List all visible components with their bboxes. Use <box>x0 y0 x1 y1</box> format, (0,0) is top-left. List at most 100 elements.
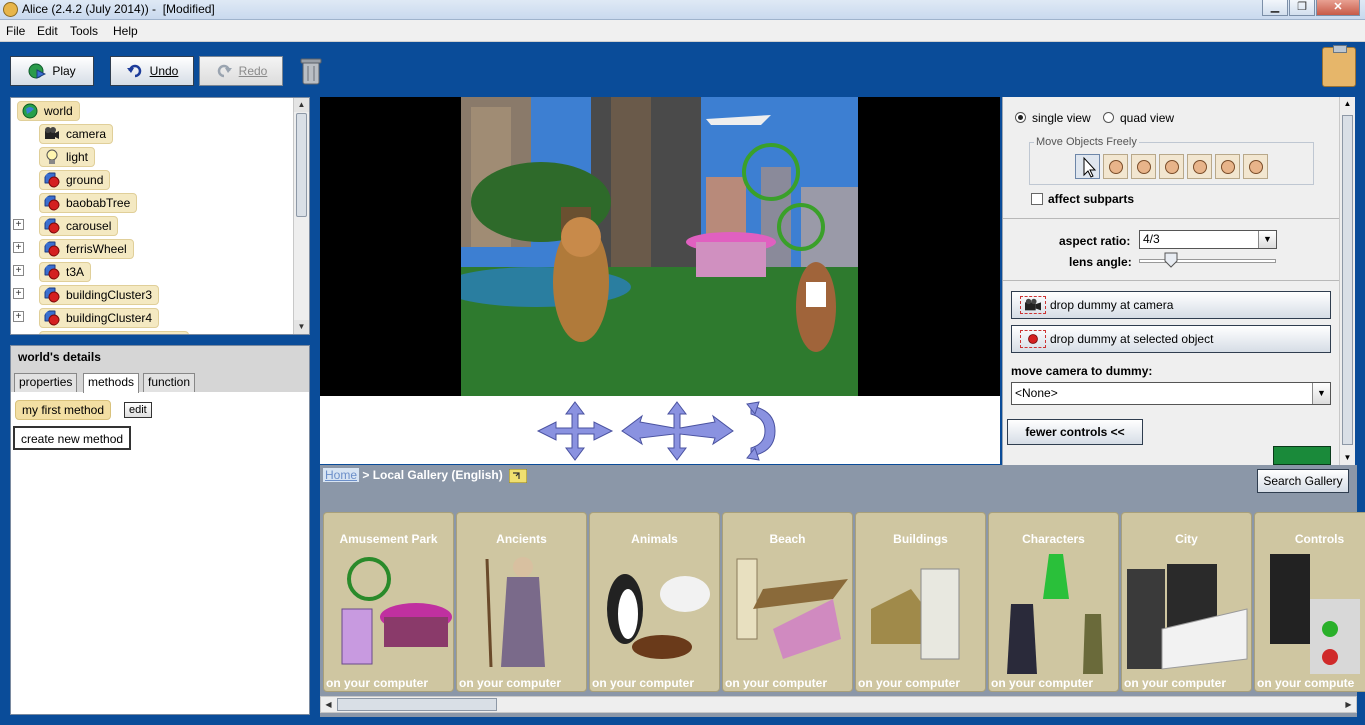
aspect-ratio-select[interactable]: 4/3 ▼ <box>1139 230 1277 249</box>
city-thumbnail-icon <box>1127 564 1248 670</box>
characters-thumbnail-icon <box>1007 554 1103 674</box>
gallery-tile-amusement-park[interactable]: Amusement Park on your computer <box>323 512 454 692</box>
minimize-button[interactable]: ▁ <box>1262 0 1288 16</box>
tree-item-t3a[interactable]: t3A <box>39 262 92 282</box>
scene-thumbnail-icon <box>1273 446 1331 465</box>
gallery-tile-characters[interactable]: Characters on your computer <box>988 512 1119 692</box>
menu-tools[interactable]: Tools <box>70 24 98 38</box>
affect-subparts-label: affect subparts <box>1048 192 1135 206</box>
tile-subtitle: on your computer <box>592 676 695 690</box>
expand-ferriswheel-icon[interactable]: + <box>13 242 24 253</box>
amusement-park-thumbnail-icon <box>341 557 452 665</box>
drop-dummy-camera-button[interactable]: drop dummy at camera <box>1011 291 1331 319</box>
lens-angle-slider[interactable] <box>1139 259 1276 263</box>
scroll-up-icon[interactable]: ▲ <box>1340 97 1355 111</box>
tilt-tool-icon[interactable] <box>1187 154 1212 179</box>
scroll-down-icon[interactable]: ▼ <box>294 320 309 334</box>
tab-properties[interactable]: properties <box>14 373 78 392</box>
tree-item-partial[interactable] <box>39 331 189 334</box>
scroll-right-icon[interactable]: ▶ <box>1341 697 1356 712</box>
tile-name: Ancients <box>496 532 547 546</box>
gallery-tile-animals[interactable]: Animals on your computer <box>589 512 720 692</box>
drop-dummy-selected-button[interactable]: drop dummy at selected object <box>1011 325 1331 353</box>
tilt-camera-arrows-icon[interactable] <box>620 400 735 462</box>
play-button[interactable]: Play <box>10 56 94 86</box>
gallery-tile-buildings[interactable]: Buildings on your computer <box>855 512 986 692</box>
move-camera-arrows-icon[interactable] <box>536 400 614 462</box>
folder-up-icon[interactable] <box>508 468 528 484</box>
undo-button[interactable]: Undo <box>110 56 194 86</box>
close-button[interactable]: ✕ <box>1316 0 1360 16</box>
redo-button[interactable]: Redo <box>199 56 283 86</box>
gallery-home-link[interactable]: Home <box>323 468 360 482</box>
expand-buildingcluster4-icon[interactable]: + <box>13 311 24 322</box>
create-new-method-button[interactable]: create new method <box>13 426 132 450</box>
trash-icon[interactable] <box>300 56 322 86</box>
turn-forwardback-tool-icon[interactable] <box>1159 154 1184 179</box>
gallery-scrollbar[interactable]: ◀ ▶ <box>320 696 1357 713</box>
scene-render[interactable] <box>461 97 858 396</box>
tree-item-carousel[interactable]: carousel <box>39 216 119 236</box>
scroll-up-icon[interactable]: ▲ <box>294 98 309 112</box>
tab-function[interactable]: function <box>143 373 196 392</box>
redo-label: Redo <box>238 64 268 78</box>
lens-angle-label: lens angle: <box>1069 255 1132 269</box>
tree-scrollbar[interactable]: ▲ ▼ <box>293 98 309 334</box>
scroll-thumb[interactable] <box>1342 115 1353 445</box>
search-gallery-button[interactable]: Search Gallery <box>1257 469 1349 493</box>
edit-method-button[interactable]: edit <box>124 402 152 418</box>
tile-subtitle: on your computer <box>459 676 562 690</box>
expand-buildingcluster3-icon[interactable]: + <box>13 288 24 299</box>
rotate-camera-arrows-icon[interactable] <box>745 400 781 462</box>
tree-item-baobabtree[interactable]: baobabTree <box>39 193 138 213</box>
tile-name: Buildings <box>893 532 948 546</box>
controls-scrollbar[interactable]: ▲ ▼ <box>1339 97 1355 465</box>
beach-thumbnail-icon <box>736 558 848 659</box>
scroll-thumb[interactable] <box>337 698 497 711</box>
gallery-tile-controls[interactable]: Controls on your compute <box>1254 512 1365 692</box>
move-updown-tool-icon[interactable] <box>1103 154 1128 179</box>
quad-view-radio[interactable] <box>1103 112 1114 123</box>
gallery-tile-city[interactable]: City on your computer <box>1121 512 1252 692</box>
gallery-tile-ancients[interactable]: Ancients on your computer <box>456 512 587 692</box>
tile-subtitle: on your compute <box>1257 676 1355 690</box>
expand-carousel-icon[interactable]: + <box>13 219 24 230</box>
menu-file[interactable]: File <box>6 24 25 38</box>
aspect-ratio-value: 4/3 <box>1143 232 1160 246</box>
method-my-first-method[interactable]: my first method <box>15 400 112 420</box>
tile-name: Animals <box>631 532 678 546</box>
tree-item-light[interactable]: light <box>39 147 96 167</box>
expand-t3a-icon[interactable]: + <box>13 265 24 276</box>
redo-icon <box>217 64 232 78</box>
clipboard-icon[interactable] <box>1322 45 1356 87</box>
scroll-thumb[interactable] <box>296 113 307 217</box>
tree-item-buildingcluster3[interactable]: buildingCluster3 <box>39 285 160 305</box>
tree-item-camera[interactable]: camera <box>39 124 114 144</box>
single-view-radio[interactable] <box>1015 112 1026 123</box>
gallery-tile-beach[interactable]: Beach on your computer <box>722 512 853 692</box>
menu-help[interactable]: Help <box>113 24 138 38</box>
lightbulb-icon <box>46 149 58 164</box>
divider <box>1003 280 1342 281</box>
world-view[interactable] <box>320 97 1000 396</box>
tree-item-ground[interactable]: ground <box>39 170 111 190</box>
fewer-controls-button[interactable]: fewer controls << <box>1007 419 1143 445</box>
tab-methods[interactable]: methods <box>83 373 140 393</box>
scroll-down-icon[interactable]: ▼ <box>1340 451 1355 465</box>
menu-bar: File Edit Tools Help <box>0 20 1365 42</box>
turn-leftright-tool-icon[interactable] <box>1131 154 1156 179</box>
resize-tool-icon[interactable] <box>1215 154 1240 179</box>
tree-label: baobabTree <box>66 196 131 210</box>
tree-item-world[interactable]: world <box>17 101 80 121</box>
copy-tool-icon[interactable] <box>1243 154 1268 179</box>
tree-item-ferriswheel[interactable]: ferrisWheel <box>39 239 134 259</box>
scroll-left-icon[interactable]: ◀ <box>321 697 336 712</box>
move-camera-select[interactable]: <None> ▼ <box>1011 382 1331 405</box>
menu-edit[interactable]: Edit <box>37 24 58 38</box>
lens-angle-slider-thumb[interactable] <box>1164 252 1178 268</box>
pointer-tool-icon[interactable] <box>1075 154 1100 179</box>
tree-item-buildingcluster4[interactable]: buildingCluster4 <box>39 308 160 328</box>
object-icon <box>44 195 60 211</box>
affect-subparts-checkbox[interactable] <box>1031 193 1043 205</box>
maximize-button[interactable]: ❐ <box>1289 0 1315 16</box>
